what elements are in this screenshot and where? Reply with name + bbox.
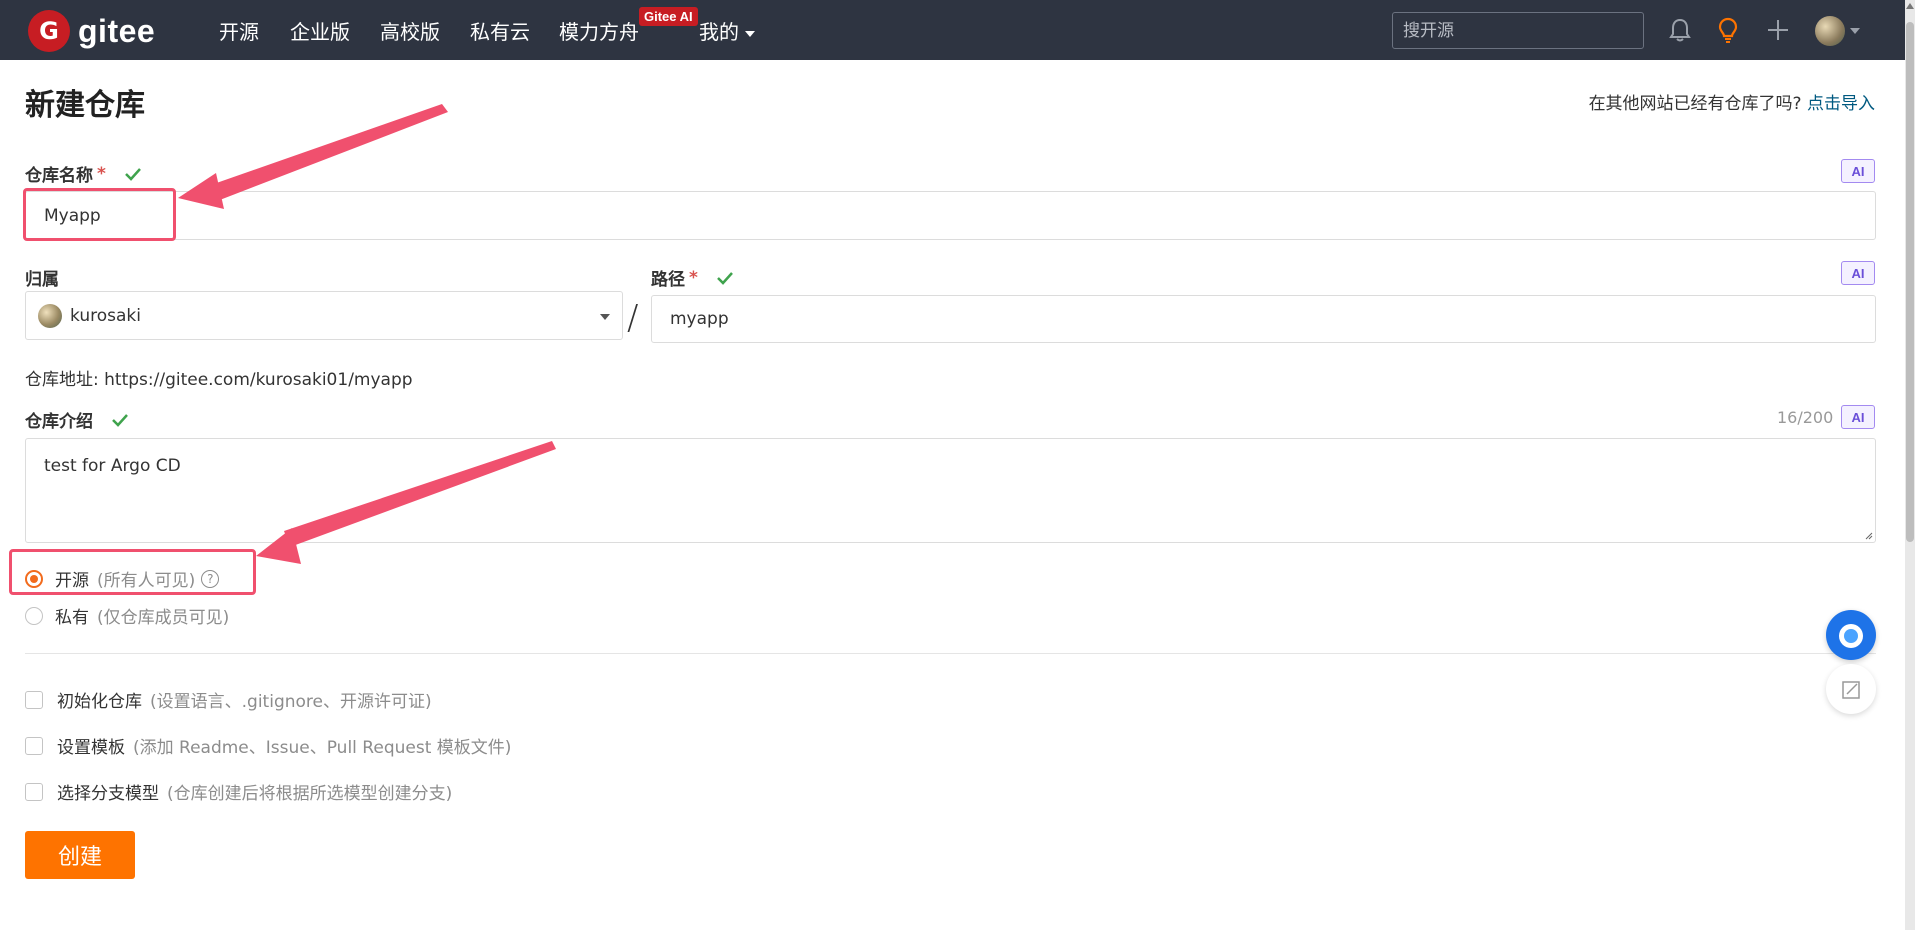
import-prompt: 在其他网站已经有仓库了吗? 点击导入 xyxy=(1589,89,1875,114)
description-label: 仓库介绍 xyxy=(25,407,129,432)
branch-model-label: 选择分支模型 xyxy=(57,784,159,804)
description-textarea[interactable]: test for Argo CD xyxy=(25,438,1876,543)
repo-name-label: 仓库名称 * xyxy=(25,161,142,186)
feedback-icon[interactable] xyxy=(1826,664,1876,714)
plus-icon[interactable] xyxy=(1763,15,1793,45)
nav-mine[interactable]: 我的 xyxy=(699,16,755,45)
scrollbar-thumb[interactable] xyxy=(1906,22,1914,542)
required-mark: * xyxy=(689,267,698,288)
create-button[interactable]: 创建 xyxy=(25,831,135,879)
chevron-down-icon[interactable] xyxy=(1850,28,1860,34)
ai-assist-button[interactable]: AI xyxy=(1841,261,1875,285)
description-label-text: 仓库介绍 xyxy=(25,412,93,432)
template-option[interactable]: 设置模板 (添加 Readme、Issue、Pull Request 模板文件) xyxy=(25,733,511,758)
path-label: 路径 * xyxy=(651,265,734,290)
private-radio[interactable] xyxy=(25,606,43,625)
annotation-highlight-visibility xyxy=(9,549,256,595)
repo-name-label-text: 仓库名称 xyxy=(25,166,93,186)
lightbulb-icon[interactable] xyxy=(1713,15,1743,45)
nav-mine-label: 我的 xyxy=(699,20,739,44)
repo-name-input[interactable]: Myapp xyxy=(25,191,1876,240)
template-label: 设置模板 xyxy=(57,738,125,758)
ai-assist-button[interactable]: AI xyxy=(1841,405,1875,429)
check-icon xyxy=(112,413,128,427)
check-icon xyxy=(125,167,141,181)
owner-avatar xyxy=(38,303,62,328)
init-repo-hint: (设置语言、.gitignore、开源许可证) xyxy=(150,692,432,712)
owner-select[interactable]: kurosaki xyxy=(25,291,623,340)
chevron-down-icon xyxy=(600,314,610,320)
nav-private-cloud[interactable]: 私有云 xyxy=(470,16,530,45)
init-repo-label: 初始化仓库 xyxy=(57,692,142,712)
branch-model-hint: (仓库创建后将根据所选模型创建分支) xyxy=(167,784,453,804)
nav-education[interactable]: 高校版 xyxy=(380,16,440,45)
annotation-arrow-1 xyxy=(205,104,448,203)
gitee-logo-icon: G xyxy=(28,10,70,52)
owner-label: 归属 xyxy=(25,270,59,290)
logo-text: gitee xyxy=(78,12,156,49)
visibility-option-private[interactable]: 私有 (仅仓库成员可见) xyxy=(25,603,229,628)
resize-grip-icon[interactable] xyxy=(1865,532,1873,540)
description-char-counter: 16/200 xyxy=(1777,408,1834,427)
gitee-logo[interactable]: G gitee xyxy=(28,10,155,52)
owner-path-separator: / xyxy=(627,298,639,338)
page-scrollbar[interactable] xyxy=(1905,0,1915,930)
bell-icon[interactable] xyxy=(1665,15,1695,45)
user-avatar[interactable] xyxy=(1815,16,1845,46)
check-icon xyxy=(717,271,733,285)
import-prompt-text: 在其他网站已经有仓库了吗? xyxy=(1588,94,1802,114)
chevron-down-icon xyxy=(745,30,755,37)
top-navbar: G gitee 开源 企业版 高校版 私有云 模力方舟 Gitee AI 我的 xyxy=(0,0,1915,60)
branch-model-checkbox[interactable] xyxy=(25,782,43,801)
repo-url: 仓库地址: https://gitee.com/kurosaki01/myapp xyxy=(25,370,413,390)
annotation-highlight-name xyxy=(23,188,176,241)
nav-enterprise[interactable]: 企业版 xyxy=(290,16,350,45)
section-divider xyxy=(25,653,1876,654)
gitee-ai-badge: Gitee AI xyxy=(639,7,698,26)
page-title: 新建仓库 xyxy=(25,88,145,123)
chat-icon[interactable] xyxy=(1826,610,1876,660)
scroll-up-arrow-icon[interactable] xyxy=(1906,3,1914,9)
branch-model-option[interactable]: 选择分支模型 (仓库创建后将根据所选模型创建分支) xyxy=(25,779,452,804)
required-mark: * xyxy=(97,163,106,184)
search-input[interactable] xyxy=(1392,12,1644,49)
path-label-text: 路径 xyxy=(651,270,685,290)
owner-value: kurosaki xyxy=(70,305,141,326)
path-input[interactable]: myapp xyxy=(651,295,1876,343)
template-checkbox[interactable] xyxy=(25,736,43,755)
nav-open-source[interactable]: 开源 xyxy=(219,16,259,45)
import-link[interactable]: 点击导入 xyxy=(1807,94,1875,114)
private-hint: (仅仓库成员可见) xyxy=(97,608,230,628)
private-label: 私有 xyxy=(55,608,89,628)
template-hint: (添加 Readme、Issue、Pull Request 模板文件) xyxy=(133,738,512,758)
nav-moli-fangzhou[interactable]: 模力方舟 xyxy=(559,16,639,45)
init-repo-option[interactable]: 初始化仓库 (设置语言、.gitignore、开源许可证) xyxy=(25,687,432,712)
init-repo-checkbox[interactable] xyxy=(25,690,43,709)
ai-assist-button[interactable]: AI xyxy=(1841,159,1875,183)
